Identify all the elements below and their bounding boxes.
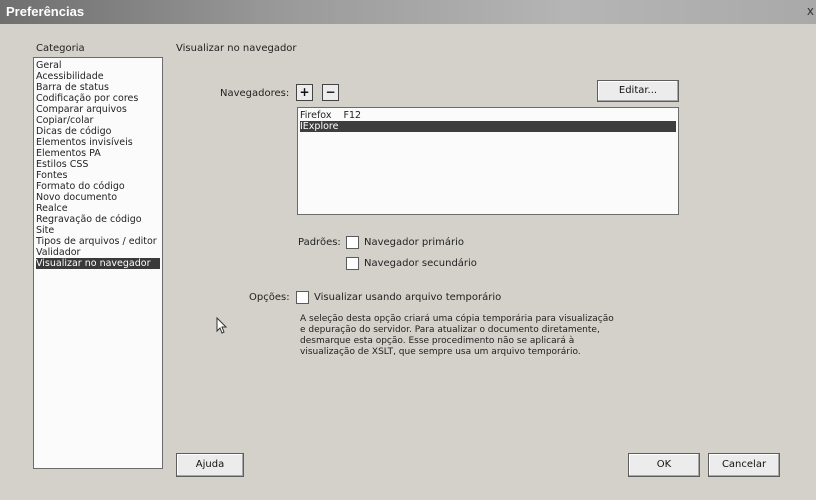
window-title: Preferências	[6, 4, 85, 19]
preferences-dialog: Categoria Geral Acessibilidade Barra de …	[0, 24, 816, 500]
category-item[interactable]: Estilos CSS	[36, 159, 88, 170]
secondary-browser-label: Navegador secundário	[364, 258, 477, 269]
category-item[interactable]: Fontes	[36, 170, 67, 181]
category-item[interactable]: Copiar/colar	[36, 115, 93, 126]
browsers-label: Navegadores:	[220, 88, 290, 99]
browser-item[interactable]: Firefox F12	[300, 110, 361, 121]
category-item[interactable]: Codificação por cores	[36, 93, 138, 104]
options-label: Opções:	[249, 292, 290, 303]
ok-button[interactable]: OK	[628, 453, 700, 477]
category-item[interactable]: Site	[36, 225, 54, 236]
category-item[interactable]: Comparar arquivos	[36, 104, 127, 115]
category-item[interactable]: Elementos PA	[36, 148, 101, 159]
cancel-button[interactable]: Cancelar	[708, 453, 780, 477]
defaults-label: Padrões:	[298, 237, 341, 248]
category-item[interactable]: Realce	[36, 203, 68, 214]
temp-file-label: Visualizar usando arquivo temporário	[314, 292, 502, 303]
category-item[interactable]: Novo documento	[36, 192, 117, 203]
remove-browser-button[interactable]: −	[322, 84, 339, 101]
mouse-pointer-icon	[216, 317, 228, 334]
category-item[interactable]: Tipos de arquivos / editor	[36, 236, 157, 247]
category-item[interactable]: Barra de status	[36, 82, 109, 93]
category-heading: Categoria	[36, 43, 85, 54]
add-browser-button[interactable]: +	[296, 84, 313, 101]
help-button[interactable]: Ajuda	[176, 453, 244, 477]
category-item[interactable]: Acessibilidade	[36, 71, 104, 82]
primary-browser-checkbox[interactable]	[346, 236, 359, 249]
temp-file-checkbox[interactable]	[296, 291, 309, 304]
option-description: A seleção desta opção criará uma cópia t…	[300, 314, 614, 357]
category-item-selected[interactable]: Visualizar no navegador	[36, 258, 160, 269]
primary-browser-label: Navegador primário	[364, 237, 465, 248]
category-item[interactable]: Validador	[36, 247, 80, 258]
category-item[interactable]: Dicas de código	[36, 126, 111, 137]
browser-list[interactable]: Firefox F12 IExplore	[297, 107, 679, 215]
category-item[interactable]: Formato do código	[36, 181, 125, 192]
category-item[interactable]: Elementos invisíveis	[36, 137, 133, 148]
category-item[interactable]: Geral	[36, 60, 62, 71]
close-icon[interactable]: x	[807, 4, 814, 18]
category-item[interactable]: Regravação de código	[36, 214, 142, 225]
edit-button[interactable]: Editar...	[597, 80, 679, 102]
browser-item-selected[interactable]: IExplore	[300, 121, 676, 132]
secondary-browser-checkbox[interactable]	[346, 257, 359, 270]
title-bar: Preferências x	[0, 0, 816, 24]
section-title: Visualizar no navegador	[176, 43, 297, 54]
category-list[interactable]: Geral Acessibilidade Barra de status Cod…	[33, 57, 163, 469]
